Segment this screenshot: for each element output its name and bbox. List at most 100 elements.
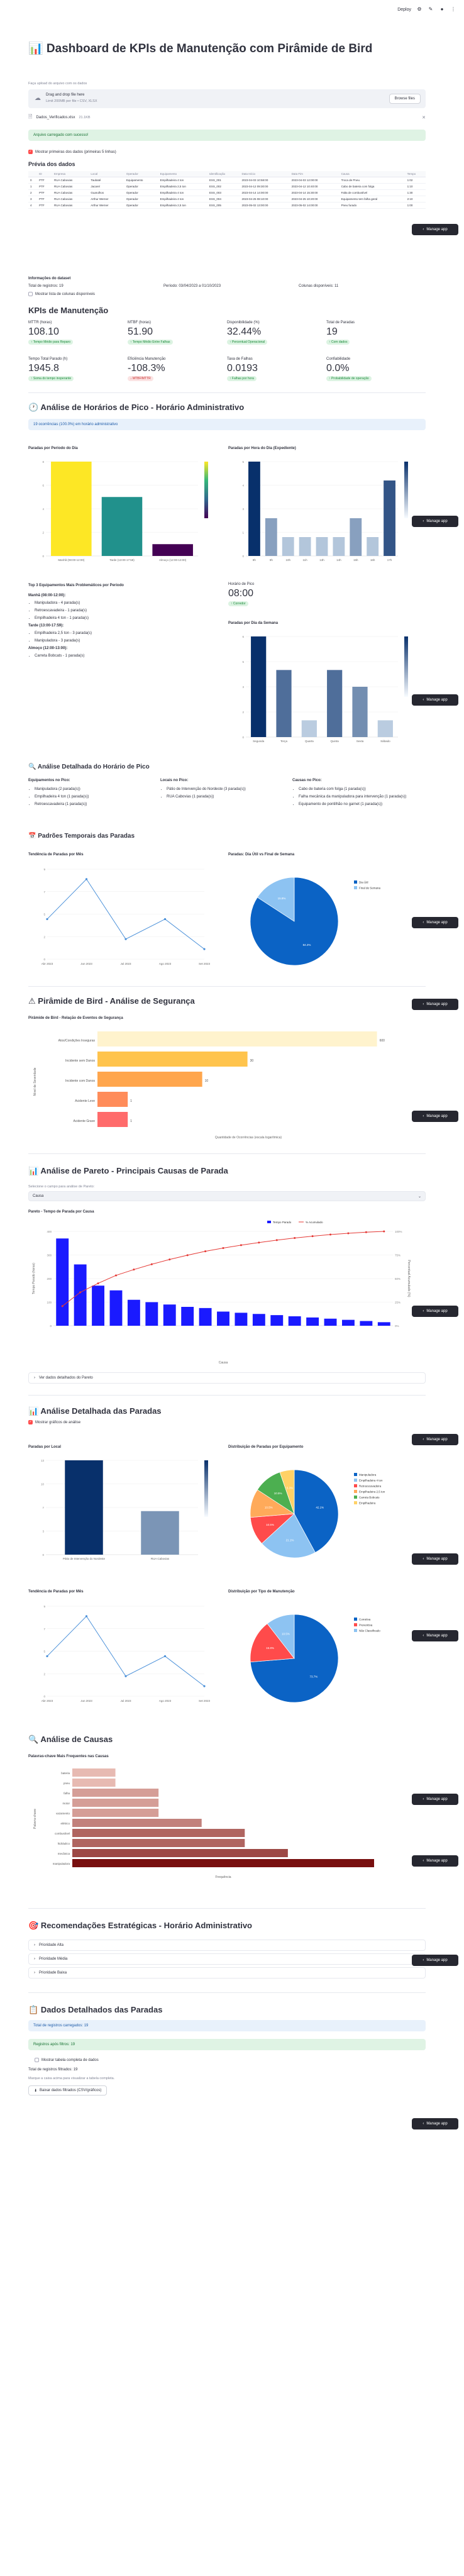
detailed-item: Falha mecânica da manipuladora para inte… bbox=[299, 795, 424, 799]
manage-app-button[interactable]: ‹ Manage app bbox=[412, 694, 458, 706]
bar bbox=[316, 537, 328, 556]
manage-app-button[interactable]: ‹ Manage app bbox=[412, 1434, 458, 1445]
manage-app-button[interactable]: ‹ Manage app bbox=[412, 1306, 458, 1317]
manage-app-button[interactable]: ‹ Manage app bbox=[412, 2118, 458, 2129]
clipboard-icon: 📋 bbox=[28, 2005, 39, 2014]
remove-file-icon[interactable]: ✕ bbox=[422, 115, 426, 120]
manage-app-button[interactable]: ‹ Manage app bbox=[412, 1794, 458, 1805]
manage-app-button[interactable]: ‹ Manage app bbox=[412, 1553, 458, 1565]
table-cell: ESS_003 bbox=[207, 189, 240, 196]
bar bbox=[251, 636, 267, 737]
page-title: 📊 Dashboard de KPIs de Manutenção com Pi… bbox=[28, 42, 373, 55]
recommend-expander[interactable]: › Prioridade Baixa bbox=[28, 1967, 426, 1979]
period-items: Empilhadeira 2,5 ton - 3 parada(s) Manipu… bbox=[28, 631, 217, 643]
raw-title: 📋 Dados Detalhados das Paradas bbox=[28, 2005, 426, 2015]
keyword-bar bbox=[72, 1799, 159, 1807]
manage-app-button[interactable]: ‹ Manage app bbox=[412, 1855, 458, 1867]
manage-app-label: Manage app bbox=[426, 1797, 448, 1801]
y-tick-label: 2 bbox=[43, 935, 45, 938]
show-charts-checkbox[interactable]: ✓ Mostrar gráficos de análise bbox=[28, 1420, 80, 1424]
table-cell: Operador bbox=[124, 202, 158, 209]
top-toolbar: Deploy ⚙ ✎ ● ⋮ bbox=[0, 0, 464, 19]
table-cell: 2023-04-25 10:20:00 bbox=[289, 196, 340, 203]
bird-level-label: Acidente Leve bbox=[75, 1099, 95, 1103]
table-cell: Guarulhos bbox=[89, 189, 124, 196]
show-raw-checkbox[interactable]: ✓ Mostrar primeiras dos dados (primeiras… bbox=[28, 150, 116, 154]
period-items: Manipuladora - 4 parada(s) Retroescavadei… bbox=[28, 601, 217, 620]
pareto-field-select[interactable]: Causa ⌄ bbox=[28, 1191, 426, 1201]
recommend-expander[interactable]: › Prioridade Média bbox=[28, 1953, 426, 1965]
x-tick-label: 10h bbox=[285, 558, 290, 562]
show-table-checkbox[interactable]: Mostrar tabela completa de dados bbox=[35, 2058, 99, 2062]
detailed-item: RUA Cabovias (1 parada(s)) bbox=[167, 795, 292, 799]
chevron-left-icon: ‹ bbox=[423, 1958, 424, 1962]
keyword-label: combustível bbox=[55, 1832, 70, 1835]
bird-pyramid-chart: Atos/Condições Inseguras 600 Incidente sem… bbox=[33, 1031, 385, 1140]
table-cell: Equipamento tem falha geral bbox=[339, 196, 406, 203]
y-tick-label: 5 bbox=[43, 913, 45, 916]
local-chart-title: Paradas por Local bbox=[28, 1445, 62, 1449]
file-dropzone[interactable]: ☁ Drag and drop file here Limit 200MB pe… bbox=[28, 89, 426, 108]
manage-app-button[interactable]: ‹ Manage app bbox=[412, 1111, 458, 1122]
show-columns-checkbox[interactable]: Mostrar lista de colunas disponíveis bbox=[28, 292, 426, 296]
data-point bbox=[203, 1685, 206, 1687]
browse-files-button[interactable]: Browse files bbox=[389, 94, 421, 104]
bird-bar bbox=[97, 1092, 128, 1107]
pareto-details-expander[interactable]: › Ver dados detalhados do Pareto bbox=[28, 1372, 426, 1384]
table-cell: 0 bbox=[28, 177, 38, 184]
top-equipment-list: Manhã (08:00-12:00): Manipuladora - 4 par… bbox=[28, 594, 217, 658]
keyword-bar bbox=[72, 1849, 288, 1857]
manage-app-label: Manage app bbox=[426, 1958, 448, 1962]
table-cell: Empilhadeira 4 ton bbox=[158, 189, 207, 196]
recommend-expander[interactable]: › Prioridade Alta bbox=[28, 1940, 426, 1951]
bar bbox=[265, 518, 277, 556]
chevron-left-icon: ‹ bbox=[423, 1797, 424, 1801]
bar bbox=[282, 537, 294, 556]
checkbox-box bbox=[28, 292, 33, 296]
legend-label: Empilhadeira 2,5 ton bbox=[359, 1491, 385, 1494]
warning-icon: ⚠ bbox=[28, 996, 36, 1006]
table-cell: Empilhadeira 2,5 ton bbox=[158, 202, 207, 209]
chevron-right-icon: › bbox=[34, 1957, 35, 1961]
kpi-value: 51.90 bbox=[128, 326, 153, 337]
manage-app-button[interactable]: ‹ Manage app bbox=[412, 1630, 458, 1641]
data-point bbox=[85, 1615, 88, 1618]
table-cell: 2:10 bbox=[405, 196, 426, 203]
keyword-bar bbox=[72, 1779, 116, 1787]
download-button[interactable]: ⬇ Baixar dados filtrados (CSV/gráficos) bbox=[28, 2085, 108, 2096]
bar bbox=[65, 1460, 103, 1555]
manage-app-button[interactable]: ‹ Manage app bbox=[412, 224, 458, 235]
table-cell: Jacareí bbox=[89, 183, 124, 190]
slice-label: 10.5% bbox=[266, 1523, 274, 1526]
x-tick-label: Quinta bbox=[331, 740, 340, 743]
deploy-button[interactable]: Deploy bbox=[397, 8, 411, 12]
manage-app-button[interactable]: ‹ Manage app bbox=[412, 917, 458, 928]
pareto-chart-title: Pareto - Tempo de Parada por Causa bbox=[28, 1210, 94, 1214]
chevron-left-icon: ‹ bbox=[423, 1438, 424, 1441]
y-tick-label: 5 bbox=[242, 460, 244, 464]
data-point bbox=[46, 1655, 48, 1658]
y-tick-label: 5 bbox=[43, 1650, 45, 1653]
pareto-bar bbox=[109, 1290, 123, 1326]
period-item: Manipuladora - 4 parada(s) bbox=[35, 601, 217, 605]
edit-icon[interactable]: ✎ bbox=[428, 6, 434, 13]
manage-app-button[interactable]: ‹ Manage app bbox=[412, 999, 458, 1010]
github-icon[interactable]: ● bbox=[439, 6, 445, 13]
keyword-label: motor bbox=[62, 1802, 70, 1805]
keyword-label: hidráulico bbox=[58, 1842, 70, 1845]
detailed-items: Pátio de Intervenção do Nordeste (3 para… bbox=[160, 787, 292, 799]
manage-app-button[interactable]: ‹ Manage app bbox=[412, 516, 458, 527]
bar bbox=[101, 497, 143, 556]
settings-icon[interactable]: ⚙ bbox=[416, 6, 423, 13]
detailed-column-title: Causas no Pico: bbox=[292, 779, 322, 782]
table-cell: PTF bbox=[37, 196, 53, 203]
period-chart-title: Paradas por Período do Dia bbox=[28, 447, 78, 450]
manage-app-button[interactable]: ‹ Manage app bbox=[412, 1955, 458, 1966]
cumulative-point bbox=[365, 1231, 367, 1233]
slice-label: 5.3% bbox=[287, 1487, 293, 1490]
menu-icon[interactable]: ⋮ bbox=[450, 6, 456, 13]
y-tick-label: 8 bbox=[42, 460, 44, 464]
table-header-cell: Equipamento bbox=[158, 171, 207, 177]
slice-label: 73.7% bbox=[310, 1675, 318, 1678]
kpi-title: KPIs de Manutenção bbox=[28, 306, 109, 315]
